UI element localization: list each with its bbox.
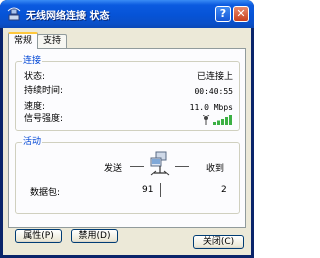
title-bar[interactable]: 无线网络连接 状态 ? ✕ (0, 0, 254, 28)
status-label: 状态: (24, 72, 46, 82)
received-line (175, 166, 189, 167)
speed-value: 11.0 Mbps (189, 103, 233, 112)
disable-button[interactable]: 禁用(D) (71, 229, 118, 243)
tab-support[interactable]: 支持 (37, 34, 67, 48)
help-button[interactable]: ? (215, 6, 231, 22)
close-window-button[interactable]: ✕ (233, 6, 249, 22)
status-row: 状态: 已连接上 (24, 72, 233, 83)
status-window: 无线网络连接 状态 ? ✕ 常规 支持 连接 状态: 已连接上 持续时间: 00… (0, 0, 254, 258)
activity-group: 活动 发送 收到 数据包: 91 2 (15, 137, 240, 214)
connection-group: 连接 状态: 已连接上 持续时间: 00:40:55 速度: 11.0 Mbps… (15, 56, 240, 131)
duration-row: 持续时间: 00:40:55 (24, 86, 233, 97)
network-activity-icon (150, 151, 170, 176)
signal-strength-icon (203, 115, 232, 125)
packets-received-value: 2 (221, 185, 227, 195)
sent-line (130, 166, 144, 167)
signal-row: 信号强度: (24, 114, 233, 125)
speed-label: 速度: (24, 102, 46, 112)
window-title: 无线网络连接 状态 (26, 11, 110, 22)
packets-sent-value: 91 (142, 185, 154, 195)
status-value: 已连接上 (196, 72, 233, 82)
tab-general[interactable]: 常规 (8, 32, 38, 49)
properties-button[interactable]: 属性(P) (15, 229, 62, 243)
received-label: 收到 (206, 164, 225, 174)
activity-legend: 活动 (22, 137, 43, 148)
packets-label: 数据包: (30, 188, 61, 198)
activity-divider (160, 183, 161, 197)
tab-panel-general: 连接 状态: 已连接上 持续时间: 00:40:55 速度: 11.0 Mbps… (8, 48, 246, 243)
signal-label: 信号强度: (24, 114, 64, 124)
duration-value: 00:40:55 (194, 87, 233, 96)
connection-legend: 连接 (22, 56, 43, 67)
speed-row: 速度: 11.0 Mbps (24, 102, 233, 113)
wireless-network-icon (7, 7, 21, 21)
sent-label: 发送 (104, 164, 123, 174)
close-button[interactable]: 关闭(C) (193, 235, 244, 249)
duration-label: 持续时间: (24, 86, 64, 96)
dialog-body: 常规 支持 连接 状态: 已连接上 持续时间: 00:40:55 速度: 11.… (3, 28, 251, 255)
